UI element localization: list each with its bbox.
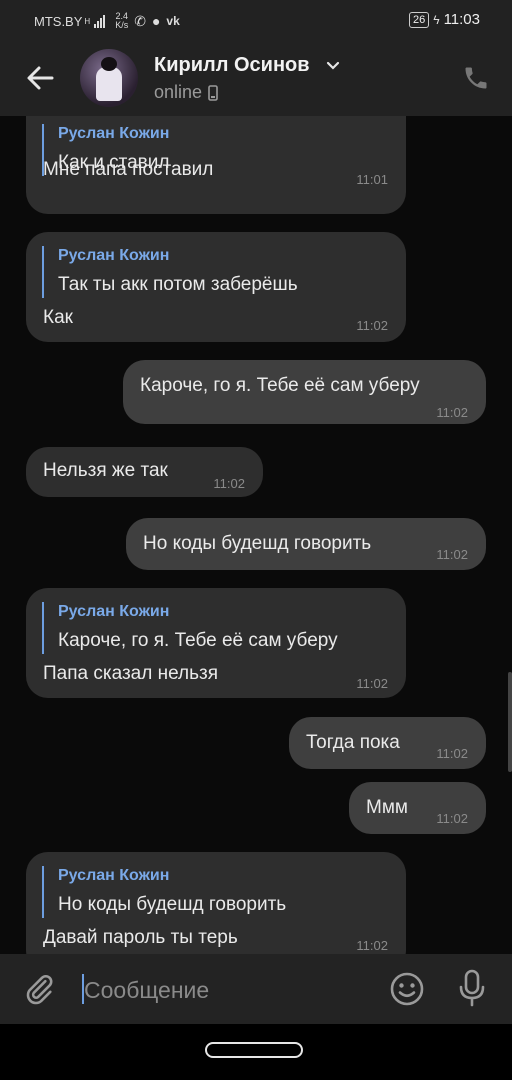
attach-button[interactable] xyxy=(22,972,56,1006)
avatar-figure xyxy=(96,67,122,101)
reply-text: Кароче, го я. Тебе её сам уберу xyxy=(58,630,338,651)
message-text: Кароче, го я. Тебе её сам уберу xyxy=(140,375,420,396)
speed-unit: K/s xyxy=(115,20,129,30)
emoji-button[interactable] xyxy=(388,970,426,1008)
message-time: 11:02 xyxy=(436,746,468,761)
message-time: 11:01 xyxy=(356,172,388,187)
home-gesture-bar[interactable] xyxy=(205,1042,303,1058)
message-time: 11:02 xyxy=(436,811,468,826)
contact-name[interactable]: Кирилл Осинов xyxy=(154,54,310,77)
status-right: 26 ϟ 11:03 xyxy=(408,11,480,28)
message-time: 11:02 xyxy=(436,547,468,562)
message-input[interactable] xyxy=(84,975,364,1005)
reply-author: Руслан Кожин xyxy=(58,867,170,884)
back-button[interactable] xyxy=(22,60,58,96)
message-text: Как xyxy=(43,307,73,328)
reply-author: Руслан Кожин xyxy=(58,603,170,620)
charging-icon: ϟ xyxy=(433,12,440,27)
battery-icon: 26 xyxy=(408,11,430,28)
incoming-message[interactable]: Руслан Кожин Так ты акк потом заберёшь К… xyxy=(26,232,406,342)
message-time: 11:02 xyxy=(356,318,388,333)
message-text: Нельзя же так xyxy=(43,460,168,481)
online-status: online xyxy=(154,82,203,102)
reply-quote[interactable]: Руслан Кожин Кароче, го я. Тебе её сам у… xyxy=(42,602,338,654)
message-text: Папа сказал нельзя xyxy=(43,663,218,684)
reply-author: Руслан Кожин xyxy=(58,247,170,264)
status-bar: MTS.BY H 2.4 K/s ✆ ● vk 26 ϟ 11:03 xyxy=(0,0,512,40)
message-text: Мне папа поставил xyxy=(43,159,214,180)
incoming-message[interactable]: Нельзя же так 11:02 xyxy=(26,447,263,497)
outgoing-message[interactable]: Ммм 11:02 xyxy=(349,782,486,834)
message-text: Ммм xyxy=(366,797,408,818)
call-button[interactable] xyxy=(462,64,490,92)
reply-quote[interactable]: Руслан Кожин Так ты акк потом заберёшь xyxy=(42,246,298,298)
signal-icon xyxy=(94,14,106,28)
phone-icon xyxy=(465,67,487,89)
message-time: 11:02 xyxy=(356,938,388,953)
message-time: 11:02 xyxy=(213,476,245,491)
message-list[interactable]: Руслан Кожин Как и ставил Мне папа поста… xyxy=(0,116,512,954)
smiley-icon xyxy=(390,972,424,1006)
chat-header: Кирилл Осинов online xyxy=(0,40,512,116)
system-nav-bar xyxy=(0,1024,512,1080)
reply-quote[interactable]: Руслан Кожин Но коды будешд говорить xyxy=(42,866,286,918)
chat-bubble-icon: ● xyxy=(151,13,161,29)
viber-icon: ✆ xyxy=(134,12,146,29)
message-composer xyxy=(0,954,512,1024)
avatar[interactable] xyxy=(80,49,138,107)
outgoing-message[interactable]: Тогда пока 11:02 xyxy=(289,717,486,769)
message-text: Давай пароль ты терь xyxy=(43,927,238,948)
paperclip-icon xyxy=(26,974,53,1005)
scrollbar-thumb[interactable] xyxy=(508,672,512,772)
vk-icon: vk xyxy=(166,14,180,28)
outgoing-message[interactable]: Но коды будешд говорить 11:02 xyxy=(126,518,486,570)
outgoing-message[interactable]: Кароче, го я. Тебе её сам уберу 11:02 xyxy=(123,360,486,424)
reply-text: Так ты акк потом заберёшь xyxy=(58,274,298,295)
reply-author: Руслан Кожин xyxy=(58,125,170,142)
contact-status: online xyxy=(154,82,218,103)
status-left: MTS.BY H 2.4 K/s ✆ ● vk xyxy=(34,12,180,30)
carrier-name: MTS.BY xyxy=(34,13,83,29)
incoming-message[interactable]: Руслан Кожин Но коды будешд говорить Дав… xyxy=(26,852,406,954)
chevron-down-icon[interactable] xyxy=(326,58,340,76)
incoming-message[interactable]: Руслан Кожин Кароче, го я. Тебе её сам у… xyxy=(26,588,406,698)
avatar-head xyxy=(101,57,117,71)
mobile-device-icon xyxy=(208,84,218,101)
network-type: H xyxy=(84,16,91,26)
reply-text: Но коды будешд говорить xyxy=(58,894,287,915)
microphone-icon xyxy=(459,969,485,1007)
arrow-left-icon xyxy=(27,66,54,90)
clock: 11:03 xyxy=(443,11,480,28)
voice-button[interactable] xyxy=(456,968,488,1008)
network-speed: 2.4 K/s xyxy=(115,12,128,30)
message-time: 11:02 xyxy=(356,676,388,691)
message-time: 11:02 xyxy=(436,405,468,420)
message-text: Но коды будешд говорить xyxy=(143,533,372,554)
message-text: Тогда пока xyxy=(306,732,400,753)
incoming-message[interactable]: Руслан Кожин Как и ставил Мне папа поста… xyxy=(26,116,406,214)
